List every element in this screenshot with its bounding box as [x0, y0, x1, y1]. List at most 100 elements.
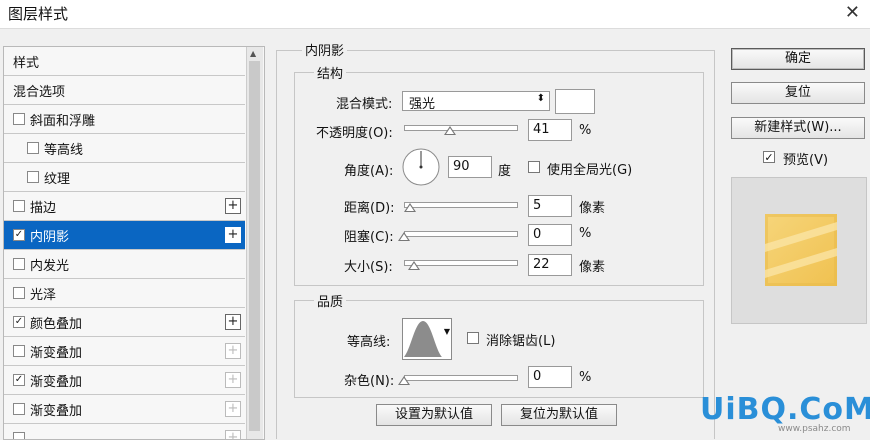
add-effect-icon[interactable]: +	[225, 372, 241, 388]
choke-input[interactable]: 0	[528, 224, 572, 246]
style-checkbox[interactable]	[27, 142, 39, 154]
style-list-item-label: 内发光	[30, 259, 70, 274]
size-slider[interactable]	[404, 260, 518, 266]
contour-picker[interactable]: ▼	[402, 318, 452, 360]
size-input[interactable]: 22	[528, 254, 572, 276]
updown-icon: ⬍	[536, 93, 545, 104]
section-title: 内阴影	[302, 40, 348, 59]
global-light-label: 使用全局光(G)	[547, 163, 633, 178]
style-list-item-label: 描边	[30, 201, 57, 216]
styles-list-scrollbar[interactable]: ▲	[246, 47, 263, 439]
choke-label: 阻塞(C):	[344, 230, 394, 245]
style-list-item[interactable]: 混合选项	[4, 76, 245, 105]
blend-mode-value: 强光	[409, 97, 436, 112]
choke-slider-knob[interactable]	[398, 232, 410, 241]
add-effect-icon[interactable]: +	[225, 198, 241, 214]
style-checkbox[interactable]: ✓	[13, 374, 25, 386]
style-checkbox[interactable]	[13, 432, 25, 439]
window-title: 图层样式	[8, 5, 69, 23]
reset-default-button[interactable]: 复位为默认值	[501, 404, 617, 426]
new-style-button[interactable]: 新建样式(W)...	[731, 117, 865, 139]
close-icon[interactable]: ✕	[845, 2, 860, 23]
style-list-item[interactable]: 描边 +	[4, 192, 245, 221]
style-checkbox[interactable]: ✓	[13, 316, 25, 328]
style-list-item[interactable]: 渐变叠加 +	[4, 337, 245, 366]
noise-slider-knob[interactable]	[398, 376, 410, 385]
distance-label: 距离(D):	[344, 201, 395, 216]
style-list-item[interactable]: 等高线	[4, 134, 245, 163]
make-default-button[interactable]: 设置为默认值	[376, 404, 492, 426]
size-slider-knob[interactable]	[408, 261, 421, 270]
preview-swatch	[765, 214, 837, 286]
watermark-logo: UiBQ.CoM	[700, 392, 870, 427]
style-checkbox[interactable]	[13, 345, 25, 357]
add-effect-icon[interactable]: +	[225, 430, 241, 439]
add-effect-icon[interactable]: +	[225, 314, 241, 330]
reset-button[interactable]: 复位	[731, 82, 865, 104]
style-list-item[interactable]: 样式	[4, 47, 245, 76]
style-list-item[interactable]: 渐变叠加 +	[4, 395, 245, 424]
blend-mode-select[interactable]: 强光 ⬍	[402, 91, 550, 112]
scroll-up-icon[interactable]: ▲	[250, 49, 256, 58]
style-checkbox[interactable]	[13, 113, 25, 125]
ok-button[interactable]: 确定	[731, 48, 865, 70]
noise-label: 杂色(N):	[344, 374, 395, 389]
distance-slider[interactable]	[404, 202, 518, 208]
structure-legend: 结构	[314, 63, 347, 82]
angle-dial[interactable]	[401, 147, 441, 187]
style-list-item[interactable]: ✓ 渐变叠加 +	[4, 366, 245, 395]
style-list-item-label: 纹理	[44, 172, 71, 187]
opacity-input[interactable]: 41	[528, 119, 572, 141]
distance-unit: 像素	[579, 201, 606, 216]
angle-label: 角度(A):	[344, 164, 394, 179]
distance-slider-knob[interactable]	[403, 203, 416, 212]
style-list-item-label: 渐变叠加	[30, 375, 83, 390]
choke-slider[interactable]	[404, 231, 518, 237]
opacity-slider[interactable]	[404, 125, 518, 131]
size-unit: 像素	[579, 260, 606, 275]
contour-curve-icon	[404, 321, 442, 357]
title-bar	[0, 0, 870, 28]
global-light-checkbox[interactable]	[528, 161, 540, 173]
style-list-item[interactable]: ✓ 颜色叠加 +	[4, 308, 245, 337]
add-effect-icon[interactable]: +	[225, 227, 241, 243]
style-list-item-label: 样式	[13, 56, 40, 71]
scrollbar-thumb[interactable]	[249, 61, 260, 431]
antialias-label: 消除锯齿(L)	[486, 334, 556, 349]
add-effect-icon[interactable]: +	[225, 401, 241, 417]
style-list-item[interactable]: ✓ 内阴影 +	[4, 221, 245, 250]
angle-input[interactable]: 90	[448, 156, 492, 178]
style-list-item-label: 内阴影	[30, 230, 70, 245]
preview-label: 预览(V)	[783, 153, 829, 168]
shadow-color-swatch[interactable]	[555, 89, 595, 114]
noise-input[interactable]: 0	[528, 366, 572, 388]
style-checkbox[interactable]: ✓	[13, 229, 25, 241]
quality-legend: 品质	[314, 291, 347, 310]
style-list-item-label: 等高线	[44, 143, 84, 158]
style-checkbox[interactable]	[13, 403, 25, 415]
add-effect-icon[interactable]: +	[225, 343, 241, 359]
style-list-item[interactable]: 斜面和浮雕	[4, 105, 245, 134]
distance-input[interactable]: 5	[528, 195, 572, 217]
antialias-checkbox[interactable]	[467, 332, 479, 344]
contour-dropdown-icon[interactable]: ▼	[444, 327, 450, 336]
watermark-url: www.psahz.com	[778, 424, 851, 434]
choke-unit: %	[579, 226, 592, 241]
preview-checkbox[interactable]: ✓	[763, 151, 775, 163]
styles-list: 样式 混合选项 斜面和浮雕 等高线 纹理 描边 + ✓ 内阴影 + 内发光 光泽 ✓ 颜色叠加 + 渐变叠加 +…	[4, 47, 245, 439]
noise-slider[interactable]	[404, 375, 518, 381]
style-checkbox[interactable]	[13, 258, 25, 270]
opacity-slider-knob[interactable]	[443, 126, 456, 135]
style-checkbox[interactable]	[13, 287, 25, 299]
style-list-item[interactable]: 光泽	[4, 279, 245, 308]
style-list-item[interactable]: 纹理	[4, 163, 245, 192]
size-label: 大小(S):	[344, 260, 393, 275]
style-list-item-label: 混合选项	[13, 85, 66, 100]
style-list-item[interactable]: 内发光	[4, 250, 245, 279]
style-checkbox[interactable]	[27, 171, 39, 183]
style-list-item-label: 光泽	[30, 288, 57, 303]
angle-unit: 度	[498, 164, 512, 179]
opacity-label: 不透明度(O):	[316, 126, 393, 141]
style-list-item-label: 渐变叠加	[30, 346, 83, 361]
style-checkbox[interactable]	[13, 200, 25, 212]
